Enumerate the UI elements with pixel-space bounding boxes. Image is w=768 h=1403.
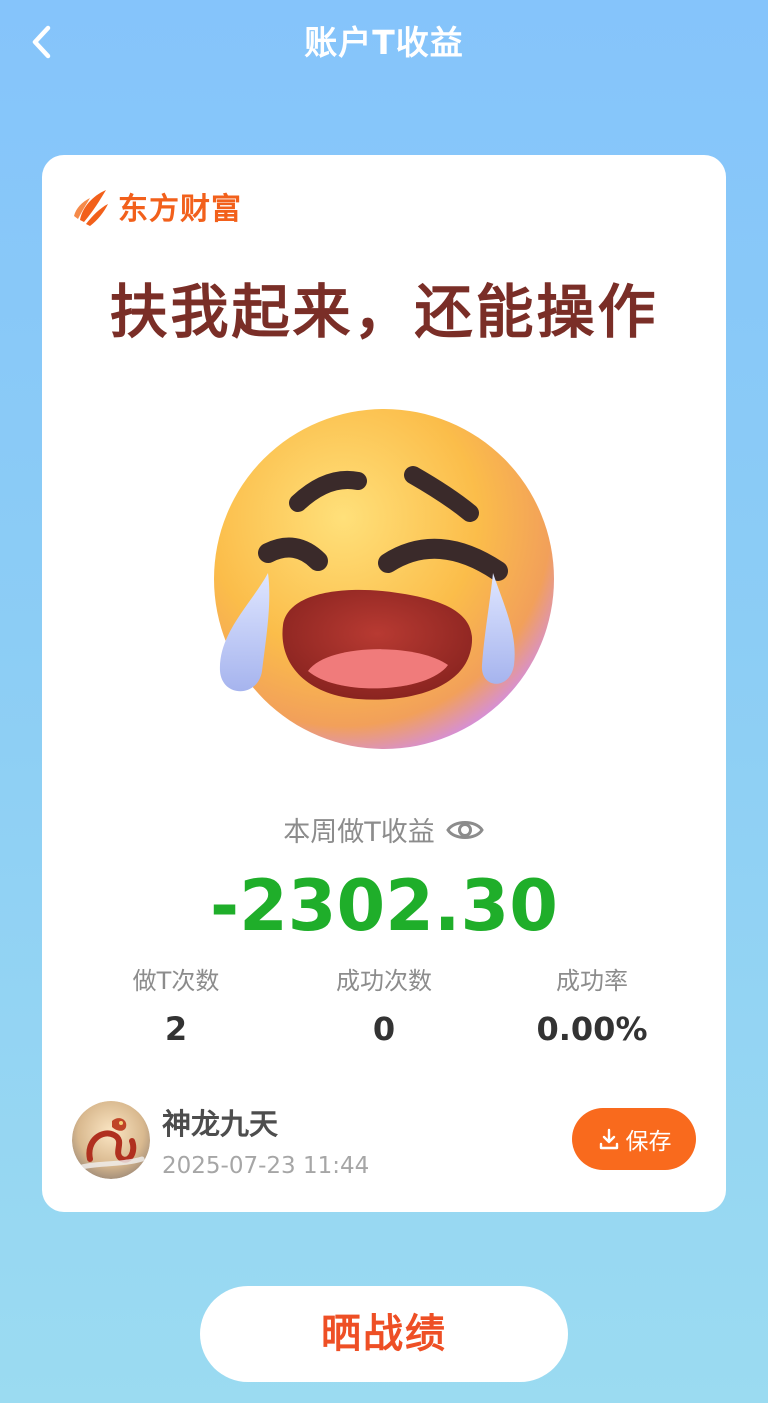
stat-value: 0 xyxy=(372,1010,396,1048)
stat-label: 成功率 xyxy=(556,967,628,995)
eye-icon[interactable] xyxy=(445,816,485,844)
stat-success-count: 成功次数 0 xyxy=(280,961,488,1048)
user-info: 神龙九天 2025-07-23 11:44 xyxy=(72,1101,369,1179)
download-icon xyxy=(599,1128,618,1150)
metric-label: 本周做T收益 xyxy=(283,817,435,848)
stat-label: 做T次数 xyxy=(132,967,220,995)
page-title: 账户T收益 xyxy=(304,23,464,62)
stat-success-rate: 成功率 0.00% xyxy=(488,961,696,1048)
profit-card: 东方财富 扶我起来，还能操作 本周做T收益 -2302.30 做T次数 2 成功… xyxy=(42,155,726,1212)
brand: 东方财富 xyxy=(72,185,242,227)
save-button[interactable]: 保存 xyxy=(572,1108,696,1170)
brand-name: 东方财富 xyxy=(118,192,242,227)
avatar[interactable] xyxy=(72,1101,150,1179)
brand-logo-icon xyxy=(74,190,108,226)
user-timestamp: 2025-07-23 11:44 xyxy=(162,1153,370,1179)
user-name: 神龙九天 xyxy=(162,1107,279,1141)
headline: 扶我起来，还能操作 xyxy=(109,278,659,346)
profit-value: -2302.30 xyxy=(210,865,558,947)
user-details: 神龙九天 2025-07-23 11:44 xyxy=(162,1101,369,1179)
stat-value: 2 xyxy=(164,1010,188,1048)
nav-bar: 账户T收益 xyxy=(0,0,768,80)
share-button[interactable]: 晒战绩 xyxy=(200,1286,568,1382)
stat-label: 成功次数 xyxy=(336,967,432,995)
save-button-label: 保存 xyxy=(625,1129,672,1155)
crying-face-emoji xyxy=(214,409,554,749)
stat-trade-count: 做T次数 2 xyxy=(72,961,280,1048)
metric-label-row: 本周做T收益 xyxy=(42,810,726,849)
stat-value: 0.00% xyxy=(536,1010,648,1048)
stats-row: 做T次数 2 成功次数 0 成功率 0.00% xyxy=(72,961,696,1048)
